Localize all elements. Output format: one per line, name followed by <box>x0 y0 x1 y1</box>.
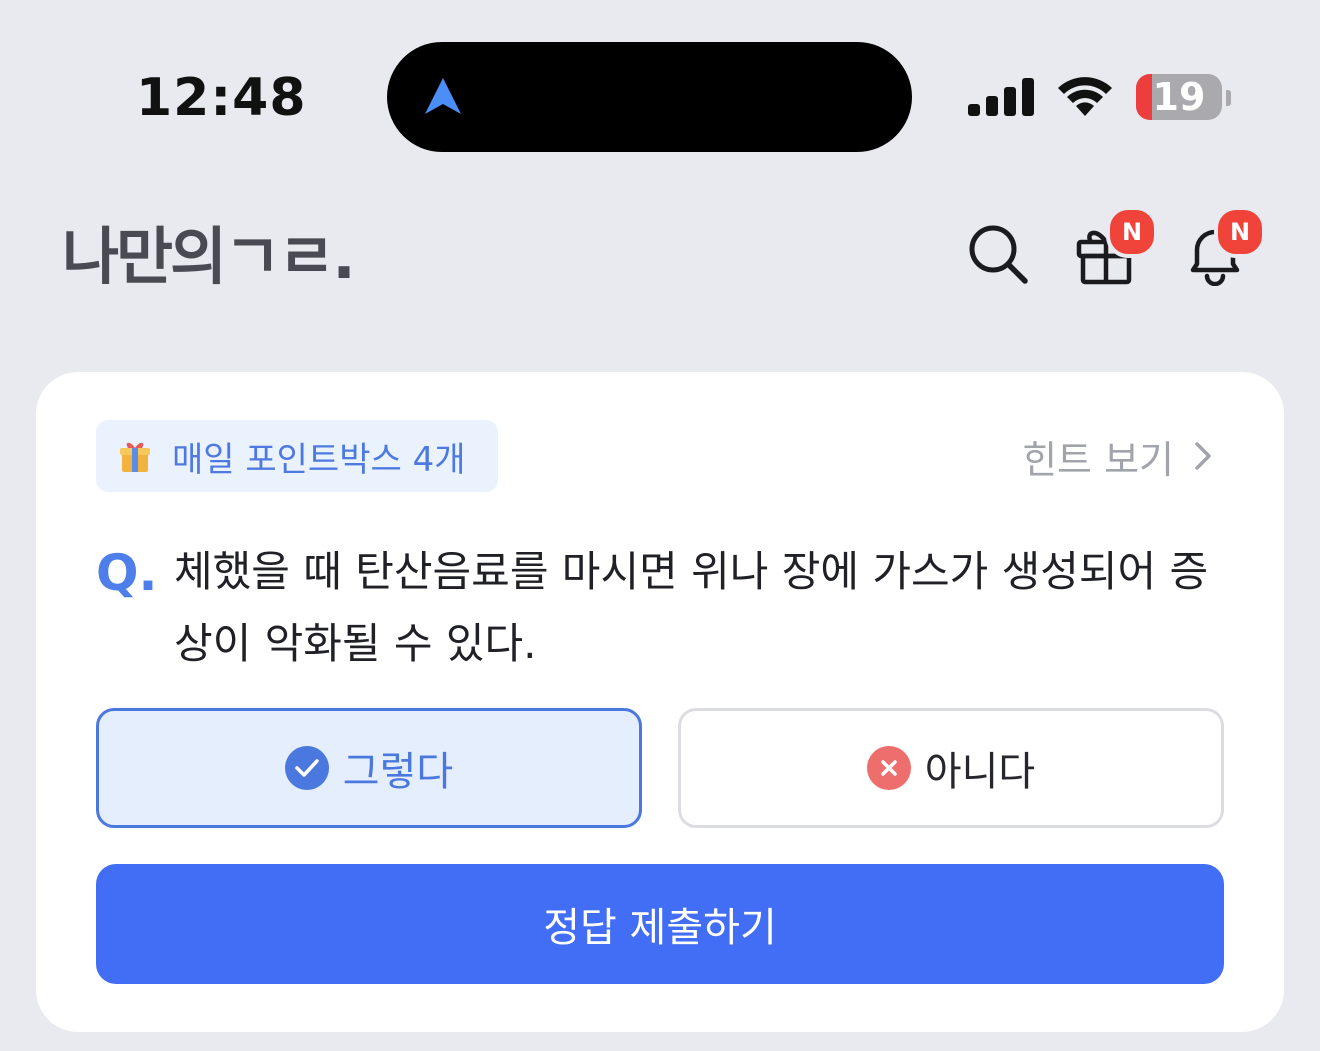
submit-answer-button[interactable]: 정답 제출하기 <box>96 864 1224 984</box>
submit-answer-label: 정답 제출하기 <box>543 905 777 951</box>
answer-no-label: 아니다 <box>924 749 1036 795</box>
search-button[interactable] <box>966 222 1030 286</box>
view-hint-link[interactable]: 힌트 보기 <box>1022 430 1212 482</box>
status-bar: 12:48 19 <box>0 0 1320 190</box>
question-text: 체했을 때 탄산음료를 마시면 위나 장에 가스가 생성되어 증상이 악화될 수… <box>174 547 1209 668</box>
view-hint-label: 힌트 보기 <box>1022 437 1174 482</box>
check-circle-icon <box>284 746 329 790</box>
gift-box-emoji <box>120 442 150 472</box>
answer-yes-button[interactable]: 그렇다 <box>96 708 642 828</box>
x-circle-icon <box>866 746 911 790</box>
search-icon <box>969 225 1028 284</box>
location-arrow-icon <box>425 78 461 114</box>
answer-no-button[interactable]: 아니다 <box>678 708 1224 828</box>
question-marker: Q. <box>96 544 158 602</box>
answer-yes-label: 그렇다 <box>342 749 454 795</box>
gift-new-badge: N <box>1106 206 1158 258</box>
dynamic-island <box>387 42 912 152</box>
notification-new-badge: N <box>1214 206 1266 258</box>
daily-pointbox-chip[interactable]: 매일 포인트박스 4개 <box>96 420 498 492</box>
app-logo: 나만의ㄱㄹ. <box>62 220 356 293</box>
chevron-right-icon <box>1195 442 1211 470</box>
status-time: 12:48 <box>136 68 307 128</box>
quiz-card: 매일 포인트박스 4개 힌트 보기 Q. 체했을 때 탄산음료를 마시면 위나 … <box>36 372 1284 1032</box>
battery-level: 19 <box>1152 75 1206 119</box>
daily-pointbox-label: 매일 포인트박스 4개 <box>172 439 466 480</box>
cellular-signal-icon <box>968 78 1034 116</box>
wifi-icon <box>1058 77 1112 116</box>
